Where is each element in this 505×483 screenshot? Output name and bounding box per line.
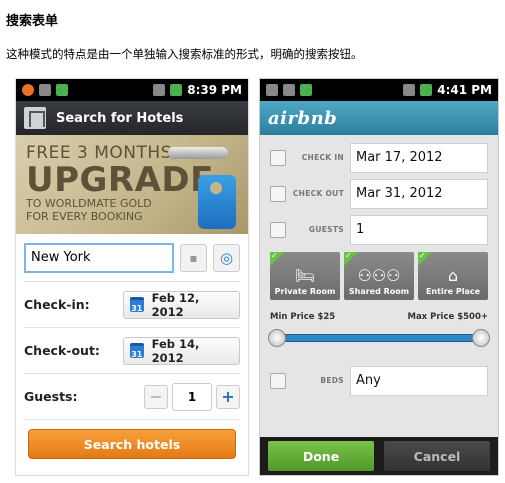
guests-value[interactable]: 1 <box>172 382 212 411</box>
checkout-input[interactable]: Mar 31, 2012 <box>350 178 488 209</box>
bed-icon: 🛏 <box>294 266 316 285</box>
wifi-icon <box>153 84 166 96</box>
search-form: New York ▪ ◎ Check-in: 31 Feb 12, 2012 C… <box>16 234 248 459</box>
guests-row: Guests: − 1 + <box>24 374 240 420</box>
checkout-date: Feb 14, 2012 <box>151 336 200 365</box>
beds-input[interactable]: Any <box>350 365 488 396</box>
people-icon: ⚇⚇⚇ <box>357 266 401 285</box>
search-form: CHECK IN Mar 17, 2012 CHECK OUT Mar 31, … <box>260 135 498 397</box>
airbnb-screenshot: 4:41 PM airbnb CHECK IN Mar 17, 2012 CHE… <box>259 78 499 476</box>
status-bar: 4:41 PM <box>260 79 498 101</box>
checkout-label: Check-out: <box>24 343 100 358</box>
action-bar: airbnb <box>260 101 498 135</box>
battery-icon <box>420 84 433 96</box>
screen-title: Search for Hotels <box>56 110 184 126</box>
promo-banner[interactable]: FREE 3 MONTHS UPGRADE TO WORLDMATE GOLD … <box>16 135 248 234</box>
door-hanger-image <box>198 175 236 229</box>
guests-label: Guests: <box>24 389 78 404</box>
private-room-toggle[interactable]: ✓ 🛏 Private Room <box>270 251 340 300</box>
action-footer: Done Cancel <box>260 437 498 475</box>
airbnb-logo: airbnb <box>268 107 338 129</box>
min-price-handle[interactable] <box>268 329 286 347</box>
calendar-icon: 31 <box>130 343 144 359</box>
beds-field: BEDS Any <box>270 364 488 397</box>
guests-stepper: − 1 + <box>144 382 240 411</box>
checkmark-icon: ✓ <box>419 251 426 260</box>
door-handle-image <box>168 147 228 159</box>
download-icon <box>56 84 68 96</box>
cancel-button[interactable]: Cancel <box>384 441 490 471</box>
checkin-date-button[interactable]: 31 Feb 12, 2012 <box>123 290 240 319</box>
battery-icon <box>170 84 183 96</box>
guests-field: GUESTS 1 <box>270 213 488 246</box>
city-input[interactable]: New York <box>24 242 174 273</box>
location-icon: ◎ <box>219 248 234 267</box>
status-time: 8:39 PM <box>187 83 242 97</box>
min-price-label: Min Price $25 <box>270 312 336 322</box>
price-range-slider[interactable] <box>268 329 490 347</box>
page-heading: 搜索表单 <box>6 14 59 29</box>
room-type-label: Shared Room <box>348 287 410 296</box>
checkout-date-button[interactable]: 31 Feb 14, 2012 <box>123 336 240 365</box>
checkin-label: Check-in: <box>24 297 90 312</box>
beds-label: BEDS <box>320 376 344 385</box>
shared-room-toggle[interactable]: ✓ ⚇⚇⚇ Shared Room <box>344 251 414 300</box>
max-price-handle[interactable] <box>472 329 490 347</box>
briefcase-icon: ▪ <box>189 250 198 265</box>
city-row: New York ▪ ◎ <box>24 234 241 282</box>
notification-icon <box>22 84 34 96</box>
city-value: New York <box>31 250 91 265</box>
page-subtitle: 这种模式的特点是由一个单独输入搜索标准的形式，明确的搜索按钮。 <box>6 47 363 61</box>
checkin-field: CHECK IN Mar 17, 2012 <box>270 141 488 174</box>
hotel-icon <box>24 107 46 129</box>
worldmate-screenshot: 8:39 PM Search for Hotels FREE 3 MONTHS … <box>15 78 249 476</box>
room-type-label: Private Room <box>274 287 336 296</box>
increment-button[interactable]: + <box>216 384 240 409</box>
download-icon <box>300 84 312 96</box>
max-price-label: Max Price $500+ <box>407 312 488 322</box>
done-button[interactable]: Done <box>268 441 374 471</box>
calendar-icon <box>270 185 286 202</box>
calendar-icon <box>270 149 286 166</box>
location-button[interactable]: ◎ <box>212 243 241 272</box>
notification-icon <box>39 84 51 96</box>
calendar-icon: 31 <box>130 297 144 313</box>
checkout-row: Check-out: 31 Feb 14, 2012 <box>24 328 240 374</box>
notification-icon <box>283 84 295 96</box>
price-labels: Min Price $25 Max Price $500+ <box>270 312 488 322</box>
status-bar: 8:39 PM <box>16 79 248 101</box>
checkin-label: CHECK IN <box>301 153 344 162</box>
guests-label: GUESTS <box>308 225 344 234</box>
checkin-input[interactable]: Mar 17, 2012 <box>350 142 488 173</box>
checkmark-icon: ✓ <box>271 251 278 260</box>
checkout-field: CHECK OUT Mar 31, 2012 <box>270 177 488 210</box>
briefcase-button[interactable]: ▪ <box>179 243 207 272</box>
entire-place-toggle[interactable]: ✓ ⌂ Entire Place <box>418 251 488 300</box>
bed-icon <box>270 372 286 389</box>
status-time: 4:41 PM <box>437 83 492 97</box>
checkout-label: CHECK OUT <box>292 189 344 198</box>
checkin-date: Feb 12, 2012 <box>151 290 200 319</box>
room-type-label: Entire Place <box>425 287 481 296</box>
action-bar: Search for Hotels <box>16 101 248 135</box>
notification-icon <box>266 84 278 96</box>
room-type-selector: ✓ 🛏 Private Room ✓ ⚇⚇⚇ Shared Room ✓ ⌂ E… <box>270 251 488 300</box>
guests-input[interactable]: 1 <box>350 214 488 245</box>
decrement-button[interactable]: − <box>144 384 168 409</box>
people-icon <box>270 221 286 238</box>
checkmark-icon: ✓ <box>345 251 352 260</box>
search-hotels-button[interactable]: Search hotels <box>28 429 236 459</box>
checkin-row: Check-in: 31 Feb 12, 2012 <box>24 282 240 328</box>
house-icon: ⌂ <box>447 266 459 285</box>
signal-icon <box>403 84 416 96</box>
